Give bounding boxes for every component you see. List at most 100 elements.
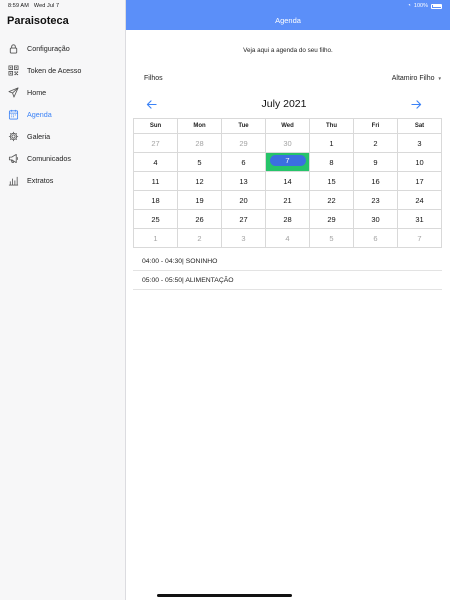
sidebar-item-configuracao[interactable]: Configuração (0, 37, 126, 59)
calendar-day[interactable]: 28 (266, 210, 310, 229)
calendar-day[interactable]: 29 (222, 134, 266, 153)
next-month-button[interactable] (410, 97, 424, 111)
calendar-day[interactable]: 24 (398, 191, 442, 210)
weekday-label: Sun (134, 119, 178, 134)
previous-month-button[interactable] (144, 97, 158, 111)
calendar-day[interactable]: 7 (398, 229, 442, 248)
calendar-day[interactable]: 6 (354, 229, 398, 248)
status-bar-right: ◔ 100% (407, 3, 442, 9)
sidebar-nav: Configuração Token de Acesso Home Agenda (0, 37, 126, 191)
calendar-day[interactable]: 5 (310, 229, 354, 248)
weekday-label: Sat (398, 119, 442, 134)
calendar-day[interactable]: 13 (222, 172, 266, 191)
weekday-label: Thu (310, 119, 354, 134)
event-item[interactable]: 04:00 - 04:30| SONINHO (133, 252, 442, 271)
calendar-day[interactable]: 3 (398, 134, 442, 153)
filhos-label: Filhos (144, 74, 163, 82)
calendar-day[interactable]: 18 (134, 191, 178, 210)
sidebar-item-label: Galeria (27, 131, 51, 141)
arrow-right-icon (411, 99, 422, 109)
calendar-day[interactable]: 29 (310, 210, 354, 229)
calendar-day[interactable]: 3 (222, 229, 266, 248)
battery-icon (431, 3, 442, 9)
sidebar-item-label: Token de Acesso (27, 65, 82, 75)
calendar-day[interactable]: 21 (266, 191, 310, 210)
intro-text: Veja aqui a agenda do seu filho. (243, 47, 333, 54)
child-selector-row: Filhos Altamiro Filho ▼ (144, 72, 442, 84)
main-content: ◔ 100% Agenda Veja aqui a agenda do seu … (126, 0, 450, 600)
calendar-day[interactable]: 6 (222, 153, 266, 172)
calendar-day[interactable]: 27 (222, 210, 266, 229)
calendar-day[interactable]: 14 (266, 172, 310, 191)
sidebar-item-label: Agenda (27, 109, 52, 119)
calendar-day[interactable]: 1 (134, 229, 178, 248)
calendar-day[interactable]: 1 (310, 134, 354, 153)
sidebar-item-label: Configuração (27, 43, 70, 53)
calendar-day[interactable]: 30 (266, 134, 310, 153)
calendar-week-row: 11 12 13 14 15 16 17 (134, 172, 442, 191)
status-time: 8:59 AM (8, 3, 29, 9)
top-bar: ◔ 100% Agenda (126, 0, 450, 30)
qr-code-icon (7, 64, 19, 76)
arrow-left-icon (146, 99, 157, 109)
status-date: Wed Jul 7 (33, 3, 60, 9)
sidebar-item-token-de-acesso[interactable]: Token de Acesso (0, 59, 126, 81)
wifi-icon: ◔ (407, 3, 411, 9)
calendar-day-selected[interactable]: 7 (266, 153, 310, 172)
calendar-day[interactable]: 19 (178, 191, 222, 210)
calendar-day[interactable]: 12 (178, 172, 222, 191)
calendar-day[interactable]: 8 (310, 153, 354, 172)
calendar-week-row: 1234567 (134, 229, 442, 248)
calendar-grid: Sun Mon Tue Wed Thu Fri Sat 27 28 29 30 1 2 3 4 5 6 7 8 9 1… (133, 118, 442, 248)
calendar-day[interactable]: 22 (310, 191, 354, 210)
calendar-day[interactable]: 5 (178, 153, 222, 172)
calendar-day[interactable]: 16 (354, 172, 398, 191)
status-bar-left: 8:59 AM Wed Jul 7 (8, 3, 64, 9)
chevron-down-icon: ▼ (437, 75, 442, 81)
calendar-week-row: 18 19 20 21 22 23 24 (134, 191, 442, 210)
calendar-day[interactable]: 15 (310, 172, 354, 191)
calendar-day[interactable]: 30 (354, 210, 398, 229)
calendar-day[interactable]: 23 (354, 191, 398, 210)
send-icon (7, 86, 19, 98)
calendar-day[interactable]: 26 (178, 210, 222, 229)
sidebar-title: Paraisoteca (7, 15, 69, 27)
calendar-day[interactable]: 28 (178, 134, 222, 153)
calendar-week-row: 4 5 6 7 8 9 10 (134, 153, 442, 172)
events-list: 04:00 - 04:30| SONINHO 05:00 - 05:50| ALI… (133, 252, 442, 290)
weekday-label: Wed (266, 119, 310, 134)
calendar-day[interactable]: 2 (178, 229, 222, 248)
sidebar-item-agenda[interactable]: Agenda (0, 103, 126, 125)
weekday-label: Fri (354, 119, 398, 134)
calendar-day[interactable]: 20 (222, 191, 266, 210)
calendar-day[interactable]: 27 (134, 134, 178, 153)
selected-child: Altamiro Filho (391, 74, 435, 82)
sidebar-item-home[interactable]: Home (0, 81, 126, 103)
child-select[interactable]: Altamiro Filho ▼ (392, 75, 442, 82)
calendar-day[interactable]: 4 (266, 229, 310, 248)
sidebar: 8:59 AM Wed Jul 7 Paraisoteca Configuraçã… (0, 0, 126, 600)
weekday-label: Tue (222, 119, 266, 134)
weekday-label: Mon (178, 119, 222, 134)
event-item[interactable]: 05:00 - 05:50| ALIMENTAÇÃO (133, 271, 442, 290)
calendar-day[interactable]: 25 (134, 210, 178, 229)
calendar-day[interactable]: 11 (134, 172, 178, 191)
calendar-day[interactable]: 4 (134, 153, 178, 172)
sidebar-item-comunicados[interactable]: Comunicados (0, 147, 126, 169)
selected-day-number: 7 (269, 155, 306, 166)
calendar-day[interactable]: 10 (398, 153, 442, 172)
sidebar-item-label: Home (27, 87, 47, 97)
page-title: Agenda (275, 16, 301, 25)
lock-icon (7, 42, 19, 54)
app-screen: 8:59 AM Wed Jul 7 Paraisoteca Configuraçã… (0, 0, 450, 600)
calendar-day[interactable]: 17 (398, 172, 442, 191)
sidebar-item-label: Comunicados (27, 153, 71, 163)
weekday-header-row: Sun Mon Tue Wed Thu Fri Sat (134, 119, 442, 134)
calendar-day[interactable]: 31 (398, 210, 442, 229)
calendar-week-row: 25 26 27 28 29 30 31 (134, 210, 442, 229)
sidebar-item-label: Extratos (27, 175, 54, 185)
calendar-day[interactable]: 9 (354, 153, 398, 172)
sidebar-item-galeria[interactable]: Galeria (0, 125, 126, 147)
sidebar-item-extratos[interactable]: Extratos (0, 169, 126, 191)
calendar-day[interactable]: 2 (354, 134, 398, 153)
